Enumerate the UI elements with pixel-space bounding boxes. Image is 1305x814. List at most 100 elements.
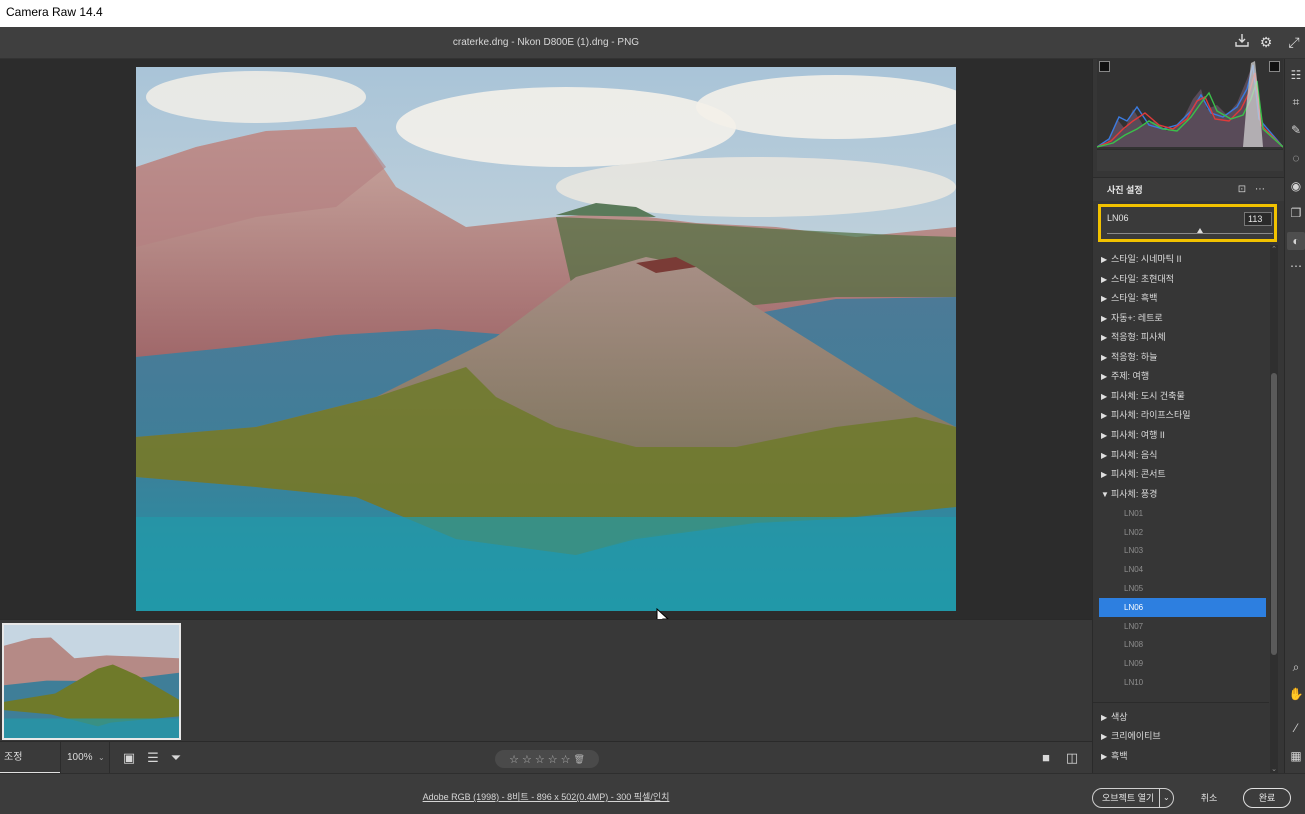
expand-triangle-icon: ▶ [1101,431,1108,440]
fullscreen-icon[interactable]: ⤢ [1285,33,1303,51]
preset-group[interactable]: ▶ 적응형: 하늘 [1093,348,1269,367]
cancel-button[interactable]: 취소 [1198,788,1220,808]
preset-amount-control: LN06 113 [1098,204,1277,242]
expand-triangle-icon: ▶ [1101,470,1108,479]
right-panel: 사진 설정 ⊡ ⋯ LN06 113 ▶ 스타일: 시네마틱 II ▶ 스타일: 초… [1092,59,1285,773]
preset-group[interactable]: ▶ 흑백 [1093,747,1269,766]
expand-triangle-icon: ▶ [1101,411,1108,420]
more-tools-icon[interactable]: ⋯ [1287,257,1305,275]
preset-scrollbar[interactable]: ⌃ ⌄ [1270,245,1278,773]
filmstrip-thumbnail[interactable] [2,623,181,740]
workflow-options-link[interactable]: Adobe RGB (1998) - 8비트 - 896 x 502(0.4MP… [0,774,1092,814]
snapshots-icon[interactable]: ❐ [1287,204,1305,222]
done-button[interactable]: 완료 [1243,788,1291,808]
expand-triangle-icon: ▶ [1101,275,1108,284]
sort-icon[interactable]: ☰ [145,750,161,766]
preset-item-selected[interactable]: LN06 [1099,598,1266,617]
filmstrip-view-icon[interactable]: ▣ [121,750,137,766]
preset-item[interactable]: LN03 [1093,541,1269,560]
preset-group[interactable]: ▶ 주제: 여행 [1093,367,1269,386]
red-eye-icon[interactable]: ◉ [1287,177,1305,195]
scroll-up-icon[interactable]: ⌃ [1270,245,1278,253]
crop-icon[interactable]: ⌗ [1287,93,1305,111]
open-object-button[interactable]: 오브젝트 열기 ⌄ [1092,788,1174,808]
footer: Adobe RGB (1998) - 8비트 - 896 x 502(0.4MP… [0,773,1305,814]
preset-item[interactable]: LN02 [1093,523,1269,542]
document-title: craterke.dng - Nkon D800E (1).dng - PNG [452,37,640,48]
expand-triangle-icon: ▶ [1101,713,1108,722]
masking-icon[interactable]: ◌ [1287,149,1305,167]
image-canvas[interactable] [0,59,1092,628]
filmstrip [0,619,1092,741]
top-bar: craterke.dng - Nkon D800E (1).dng - PNG … [0,27,1305,59]
star-icon[interactable]: ☆ [548,753,558,766]
zoom-dropdown-icon[interactable]: ⌄ [98,742,105,774]
preset-item[interactable]: LN08 [1093,635,1269,654]
presets-title: 사진 설정 [1107,185,1143,195]
preset-group[interactable]: ▶ 피사체: 콘서트 [1093,465,1269,484]
zoom-fit-button[interactable]: 조정(133.3%) [0,742,60,795]
bottom-toolbar: 조정(133.3%) 100% ⌄ ▣ ☰ ⏷ ☆ ☆ ☆ ☆ ☆ 🗑 ■ ◫ [0,741,1092,795]
presets-icon[interactable]: ◐ [1287,232,1305,250]
collapse-triangle-icon: ▼ [1101,490,1109,499]
edit-sliders-icon[interactable]: ☷ [1287,66,1305,84]
hand-tool-icon[interactable]: ✋ [1287,685,1305,703]
zoom-tool-icon[interactable]: ⌕ [1287,658,1305,676]
gear-icon[interactable]: ⚙ [1257,33,1275,51]
preset-item[interactable]: LN09 [1093,654,1269,673]
chevron-down-icon[interactable]: ⌄ [1163,789,1170,807]
button-divider [1159,789,1160,807]
preset-item[interactable]: LN07 [1093,617,1269,636]
right-toolbar: ☷ ⌗ ✎ ◌ ◉ ❐ ◐ ⋯ ⌕ ✋ ⁄ ▦ [1284,59,1305,773]
star-icon[interactable]: ☆ [509,753,519,766]
star-icon[interactable]: ☆ [561,753,571,766]
single-view-icon[interactable]: ■ [1038,750,1054,766]
preset-list: ▶ 스타일: 시네마틱 II ▶ 스타일: 초현대적 ▶ 스타일: 흑백 ▶ 자동+: … [1093,245,1269,701]
more-options-icon[interactable]: ⋯ [1253,183,1267,197]
preset-item[interactable]: LN05 [1093,579,1269,598]
star-icon[interactable]: ☆ [522,753,532,766]
preset-group[interactable]: ▶ 피사체: 라이프스타일 [1093,406,1269,425]
preset-group[interactable]: ▶ 자동+: 레트로 [1093,309,1269,328]
open-object-label: 오브젝트 열기 [1102,793,1155,803]
histogram-info [1097,149,1283,171]
preset-item[interactable]: LN04 [1093,560,1269,579]
preset-group[interactable]: ▶ 크리에이티브 [1093,727,1269,746]
preset-group[interactable]: ▶ 피사체: 도시 건축물 [1093,387,1269,406]
expand-triangle-icon: ▶ [1101,333,1108,342]
expand-triangle-icon: ▶ [1101,392,1108,401]
preset-group[interactable]: ▶ 피사체: 여행 II [1093,426,1269,445]
scroll-down-icon[interactable]: ⌄ [1270,765,1278,773]
expand-triangle-icon: ▶ [1101,294,1108,303]
trash-icon[interactable]: 🗑 [573,754,584,765]
healing-brush-icon[interactable]: ✎ [1287,121,1305,139]
preset-group[interactable]: ▶ 스타일: 시네마틱 II [1093,250,1269,269]
scrollbar-thumb[interactable] [1271,373,1277,655]
expand-triangle-icon: ▶ [1101,314,1108,323]
expand-triangle-icon: ▶ [1101,752,1108,761]
preset-group[interactable]: ▶ 스타일: 초현대적 [1093,270,1269,289]
new-preset-icon[interactable]: ⊡ [1235,183,1249,197]
selected-preset-name: LN06 [1107,213,1129,223]
rating-stars[interactable]: ☆ ☆ ☆ ☆ ☆ 🗑 [495,750,599,768]
preset-item[interactable]: LN01 [1093,504,1269,523]
preset-group[interactable]: ▶ 적응형: 피사체 [1093,328,1269,347]
preset-list-lower: ▶ 색상 ▶ 크리에이티브 ▶ 흑백 [1093,702,1269,773]
preview-image[interactable] [136,67,956,611]
preset-group[interactable]: ▶ 색상 [1093,708,1269,727]
preset-group[interactable]: ▶ 피사체: 음식 [1093,446,1269,465]
preset-group-expanded[interactable]: ▼ 피사체: 풍경 [1093,485,1269,504]
amount-value-field[interactable]: 113 [1244,212,1272,226]
save-icon[interactable] [1233,33,1251,51]
amount-slider-handle[interactable] [1196,228,1203,233]
grid-overlay-icon[interactable]: ▦ [1287,747,1305,765]
histogram [1097,59,1283,149]
preset-group[interactable]: ▶ 스타일: 흑백 [1093,289,1269,308]
eyedropper-icon[interactable]: ⁄ [1287,719,1305,737]
expand-triangle-icon: ▶ [1101,372,1108,381]
before-after-icon[interactable]: ◫ [1064,750,1080,766]
amount-slider-track[interactable] [1107,233,1273,234]
filter-icon[interactable]: ⏷ [168,750,184,766]
preset-item[interactable]: LN10 [1093,673,1269,692]
star-icon[interactable]: ☆ [535,753,545,766]
